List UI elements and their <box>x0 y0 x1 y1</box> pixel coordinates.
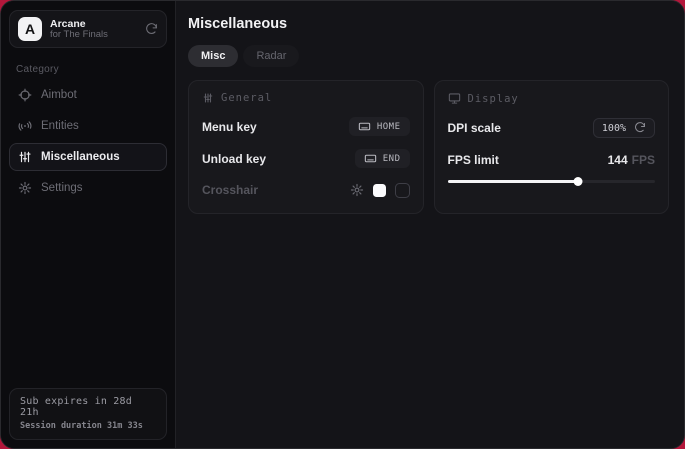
refresh-icon[interactable] <box>145 23 158 36</box>
keyboard-icon <box>358 120 371 133</box>
dpi-scale-select[interactable]: 100% <box>593 118 655 138</box>
sidebar-item-miscellaneous[interactable]: Miscellaneous <box>9 143 167 171</box>
page-title: Miscellaneous <box>188 16 669 32</box>
sidebar-item-label: Miscellaneous <box>41 151 120 163</box>
dpi-scale-value: 100% <box>602 123 626 134</box>
sidebar-item-aimbot[interactable]: Aimbot <box>9 81 167 109</box>
crosshair-color-swatch[interactable] <box>373 184 386 197</box>
logo-card: A Arcane for The Finals <box>9 10 167 48</box>
crosshair-controls <box>350 183 410 198</box>
sidebar-item-label: Entities <box>41 120 79 132</box>
gear-icon <box>18 181 32 195</box>
cards-row: General Menu key HOME <box>188 80 669 214</box>
sidebar-item-entities[interactable]: Entities <box>9 112 167 140</box>
sidebar-item-label: Settings <box>41 182 83 194</box>
fps-limit-label: FPS limit <box>448 153 499 167</box>
sub-expiry-text: Sub expires in 28d 21h <box>20 396 156 418</box>
dpi-scale-row: DPI scale 100% <box>448 118 656 138</box>
crosshair-icon <box>18 88 32 102</box>
tab-bar: Misc Radar <box>188 45 669 67</box>
display-card: Display DPI scale 100% FPS limit <box>434 80 670 214</box>
sidebar-item-settings[interactable]: Settings <box>9 174 167 202</box>
unload-key-value: END <box>383 154 401 164</box>
app-subtitle: for The Finals <box>50 30 137 41</box>
tab-misc[interactable]: Misc <box>188 45 238 67</box>
sidebar: A Arcane for The Finals Category Aimbot <box>1 1 176 448</box>
fps-limit-value: 144 FPS <box>608 153 655 167</box>
logo-text: Arcane for The Finals <box>50 18 137 41</box>
slider-fill <box>448 180 579 183</box>
unload-key-bind-button[interactable]: END <box>355 149 410 168</box>
keyboard-icon <box>364 152 377 165</box>
category-label: Category <box>16 64 167 75</box>
fps-limit-row: FPS limit 144 FPS <box>448 151 656 169</box>
app-window: A Arcane for The Finals Category Aimbot <box>0 0 685 449</box>
menu-key-label: Menu key <box>202 120 257 134</box>
general-card: General Menu key HOME <box>188 80 424 214</box>
menu-key-bind-button[interactable]: HOME <box>349 117 410 136</box>
session-duration-text: Session duration 31m 33s <box>20 421 156 431</box>
unload-key-row: Unload key END <box>202 149 410 168</box>
general-icon <box>202 92 214 104</box>
display-card-title: Display <box>468 93 519 105</box>
radar-icon <box>18 119 32 133</box>
crosshair-checkbox[interactable] <box>395 183 410 198</box>
sidebar-item-label: Aimbot <box>41 89 77 101</box>
subscription-status-card: Sub expires in 28d 21h Session duration … <box>9 388 167 440</box>
monitor-icon <box>448 92 461 105</box>
fps-limit-slider[interactable] <box>448 176 656 186</box>
fps-number: 144 <box>608 153 628 167</box>
sidebar-spacer <box>9 205 167 388</box>
slider-thumb[interactable] <box>574 177 583 186</box>
menu-key-value: HOME <box>377 122 401 132</box>
sliders-icon <box>18 150 32 164</box>
crosshair-row: Crosshair <box>202 181 410 199</box>
crosshair-label: Crosshair <box>202 183 258 197</box>
app-logo: A <box>18 17 42 41</box>
cycle-icon <box>634 122 646 134</box>
general-card-header: General <box>202 92 410 104</box>
fps-unit: FPS <box>632 153 655 167</box>
main-panel: Miscellaneous Misc Radar General <box>176 1 684 448</box>
unload-key-label: Unload key <box>202 152 266 166</box>
menu-key-row: Menu key HOME <box>202 117 410 136</box>
general-card-title: General <box>221 92 272 104</box>
tab-radar[interactable]: Radar <box>243 45 299 67</box>
app-title: Arcane <box>50 18 137 30</box>
crosshair-settings-gear-icon[interactable] <box>350 183 364 197</box>
dpi-scale-label: DPI scale <box>448 121 501 135</box>
display-card-header: Display <box>448 92 656 105</box>
